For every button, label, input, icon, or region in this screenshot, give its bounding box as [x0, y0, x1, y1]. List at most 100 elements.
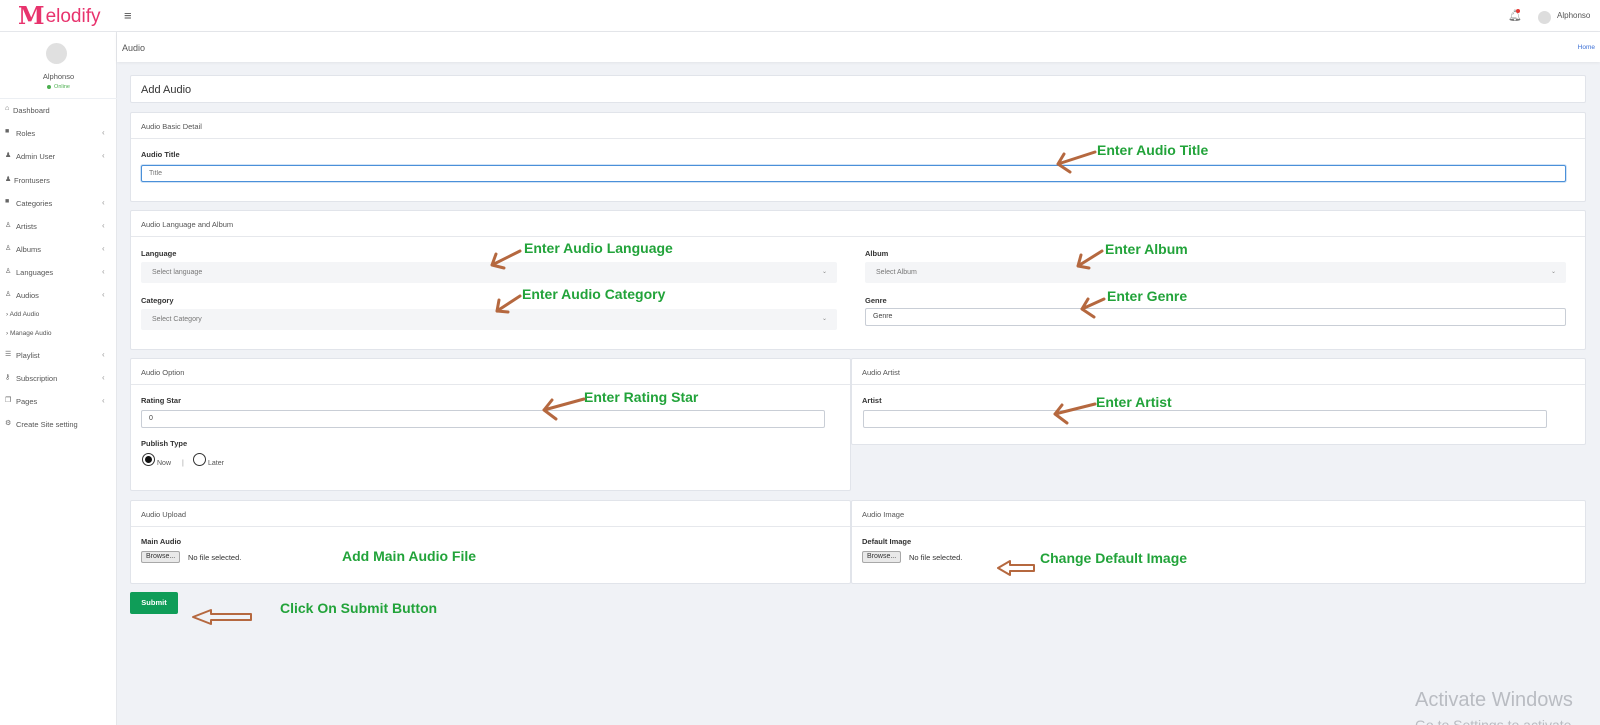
publish-type-label: Publish Type	[141, 439, 188, 448]
card-heading: Audio Option	[141, 368, 185, 377]
sidebar-item-label: Subscription	[16, 374, 58, 383]
annotation-audio-category: Enter Audio Category	[522, 286, 666, 302]
sidebar-item-dashboard[interactable]: ⌂ Dashboard	[0, 104, 117, 118]
online-status: Online	[0, 84, 117, 90]
album-select[interactable]: Select Album ⌄	[865, 262, 1566, 283]
sidebar-item-label: Audios	[16, 291, 39, 300]
users-icon: ♟	[5, 176, 12, 183]
breadcrumb-home-link[interactable]: Home	[1578, 44, 1595, 51]
app-logo[interactable]: Melodify	[18, 2, 101, 30]
album-select-value: Select Album	[876, 269, 917, 276]
status-dot	[47, 84, 52, 89]
chevron-left-icon: ‹	[102, 396, 105, 405]
main-audio-label: Main Audio	[141, 537, 182, 546]
audio-basic-detail-card: Audio Basic Detail Audio Title	[130, 112, 1586, 202]
genre-label: Genre	[865, 296, 887, 305]
sidebar-item-categories[interactable]: ■ Categories ‹	[0, 197, 117, 211]
sidebar-item-albums[interactable]: ♙ Albums ‹	[0, 243, 117, 257]
top-user-name[interactable]: Alphonso	[1557, 11, 1590, 20]
logo-text: elodify	[45, 5, 101, 27]
sidebar-subitem-add-audio[interactable]: › Add Audio	[6, 311, 39, 318]
chevron-down-icon: ⌄	[821, 316, 827, 322]
sidebar-item-audios[interactable]: ♙ Audios ‹	[0, 289, 117, 303]
card-header: Audio Option	[131, 359, 850, 385]
pages-icon: ❐	[5, 397, 12, 404]
annotation-arrow-rating	[542, 397, 586, 421]
card-header: Audio Image	[852, 501, 1585, 527]
card-header: Audio Upload	[131, 501, 850, 527]
category-select-value: Select Category	[152, 316, 202, 323]
sidebar-item-label: Pages	[16, 397, 38, 406]
add-audio-title-card: Add Audio	[130, 75, 1586, 103]
chevron-down-icon: ⌄	[1550, 269, 1556, 275]
default-image-browse-button[interactable]: Browse...	[862, 551, 902, 563]
person-icon: ♙	[5, 222, 12, 229]
annotation-audio-language: Enter Audio Language	[524, 240, 673, 256]
sidebar-item-frontusers[interactable]: ♟ Frontusers	[0, 174, 117, 188]
sidebar-item-artists[interactable]: ♙ Artists ‹	[0, 220, 117, 234]
chevron-left-icon: ‹	[102, 151, 105, 160]
sidebar: Alphonso Online ⌂ Dashboard ■ Roles ‹ ♟ …	[0, 32, 117, 725]
sidebar-item-roles[interactable]: ■ Roles ‹	[0, 127, 117, 141]
category-select[interactable]: Select Category ⌄	[141, 309, 837, 330]
activate-windows-watermark-subtitle: Go to Settings to activate Windows.	[1415, 717, 1572, 725]
annotation-arrow-category	[495, 294, 522, 314]
publish-later-label: Later	[208, 460, 224, 467]
album-label: Album	[865, 249, 889, 258]
genre-input[interactable]: Genre	[865, 308, 1566, 326]
annotation-genre: Enter Genre	[1107, 288, 1188, 304]
user-avatar[interactable]	[1538, 11, 1551, 24]
notification-dot	[1516, 9, 1520, 13]
annotation-default-image: Change Default Image	[1040, 550, 1188, 566]
hamburger-menu-icon[interactable]: ≡	[124, 8, 132, 23]
status-label: Online	[54, 84, 70, 90]
users-icon: ♟	[5, 152, 12, 159]
artist-input[interactable]	[863, 410, 1547, 428]
publish-now-radio[interactable]	[142, 453, 155, 466]
sidebar-item-label: Languages	[16, 268, 54, 277]
audio-option-card: Audio Option Rating Star 0 Publish Type …	[130, 358, 851, 491]
language-select-value: Select language	[152, 269, 203, 276]
main-audio-browse-button[interactable]: Browse...	[141, 551, 181, 563]
radio-separator: |	[182, 460, 184, 467]
chevron-left-icon: ‹	[102, 244, 105, 253]
annotation-main-audio: Add Main Audio File	[342, 548, 477, 564]
audio-image-card: Audio Image Default Image Browse... No f…	[851, 500, 1586, 584]
audio-language-album-card: Audio Language and Album Language Select…	[130, 210, 1586, 350]
briefcase-icon: ■	[5, 198, 10, 205]
sidebar-item-pages[interactable]: ❐ Pages ‹	[0, 395, 117, 409]
card-heading: Audio Upload	[141, 510, 187, 519]
sidebar-item-label: Admin User	[16, 152, 56, 161]
sidebar-item-label: Frontusers	[14, 176, 50, 185]
sidebar-item-admin-user[interactable]: ♟ Admin User ‹	[0, 150, 117, 164]
card-header: Audio Language and Album	[131, 211, 1585, 237]
rating-star-input[interactable]: 0	[141, 410, 825, 428]
category-label: Category	[141, 296, 174, 305]
sidebar-item-languages[interactable]: ♙ Languages ‹	[0, 266, 117, 280]
list-icon: ☰	[5, 351, 12, 358]
sidebar-item-label: Dashboard	[13, 106, 50, 115]
annotation-arrow-default-image	[997, 560, 1035, 576]
sidebar-item-label: Albums	[16, 245, 42, 254]
chevron-left-icon: ‹	[102, 290, 105, 299]
briefcase-icon: ■	[5, 128, 10, 135]
chevron-down-icon: ⌄	[821, 269, 827, 275]
submit-button[interactable]: Submit	[130, 592, 178, 614]
sidebar-item-subscription[interactable]: ⚷ Subscription ‹	[0, 372, 117, 386]
publish-later-radio[interactable]	[193, 453, 206, 466]
audio-title-input[interactable]	[141, 165, 1566, 182]
sidebar-item-create-site-setting[interactable]: ⚙ Create Site setting	[0, 418, 117, 432]
page-header: Audio Home	[117, 32, 1600, 62]
sidebar-item-playlist[interactable]: ☰ Playlist ‹	[0, 349, 117, 363]
annotation-arrow-language	[490, 249, 522, 270]
sidebar-subitem-manage-audio[interactable]: › Manage Audio	[6, 330, 52, 337]
card-heading: Audio Image	[862, 510, 905, 519]
annotation-arrow-genre	[1080, 297, 1106, 319]
chevron-left-icon: ‹	[102, 267, 105, 276]
sidebar-item-label: Categories	[16, 199, 53, 208]
audio-title-label: Audio Title	[141, 150, 180, 159]
card-heading: Audio Language and Album	[141, 220, 234, 229]
top-bar: Melodify ≡ 🔔︎ Alphonso	[0, 0, 1600, 32]
sidebar-item-label: Roles	[16, 129, 36, 138]
card-header: Audio Artist	[852, 359, 1585, 385]
